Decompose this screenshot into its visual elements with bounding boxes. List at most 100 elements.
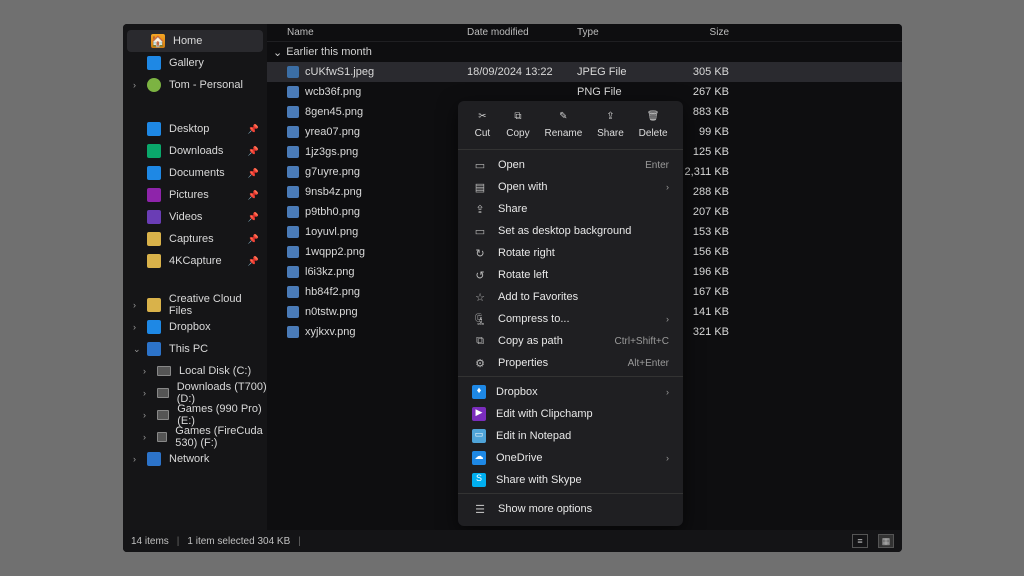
- sidebar-drive-c[interactable]: ›Local Disk (C:): [123, 360, 267, 382]
- ctx-open[interactable]: ▭OpenEnter: [458, 154, 683, 176]
- chevron-right-icon[interactable]: ›: [133, 322, 136, 332]
- file-explorer-window: 🏠 Home Gallery › Tom - Personal Desktop 📌…: [123, 24, 902, 552]
- onedrive-icon: ☁: [472, 451, 486, 465]
- rotate-left-icon: ↺: [472, 269, 488, 282]
- chevron-down-icon[interactable]: ⌄: [133, 344, 141, 355]
- open-with-icon: ▤: [472, 181, 488, 194]
- network-icon: [147, 452, 161, 466]
- file-size: 305 KB: [669, 66, 729, 78]
- ctx-notepad[interactable]: ▭Edit in Notepad: [458, 425, 683, 447]
- sidebar-gallery[interactable]: Gallery: [123, 52, 267, 74]
- ctx-set-background[interactable]: ▭Set as desktop background: [458, 220, 683, 242]
- chevron-right-icon: ›: [666, 314, 669, 324]
- sidebar-label: Network: [169, 453, 209, 465]
- sidebar-ccf[interactable]: ›Creative Cloud Files: [123, 294, 267, 316]
- file-icon: [287, 146, 299, 158]
- user-icon: [147, 78, 161, 92]
- ctx-onedrive[interactable]: ☁OneDrive›: [458, 447, 683, 469]
- delete-button[interactable]: 🗑Delete: [639, 107, 668, 139]
- file-icon: [287, 126, 299, 138]
- sidebar-drive-e[interactable]: › Games (990 Pro) (E:): [123, 404, 267, 426]
- file-row[interactable]: wcb36f.pngPNG File267 KB: [267, 82, 902, 102]
- sidebar-label: Desktop: [169, 123, 209, 135]
- sidebar-network[interactable]: › Network: [123, 448, 267, 470]
- sidebar-drive-f[interactable]: › Games (FireCuda 530) (F:): [123, 426, 267, 448]
- pin-icon[interactable]: 📌: [248, 168, 259, 179]
- compress-icon: 🗜: [472, 313, 488, 326]
- folder-icon: [147, 254, 161, 268]
- skype-icon: S: [472, 473, 486, 487]
- chevron-right-icon[interactable]: ›: [143, 366, 146, 376]
- desktop-icon: [147, 122, 161, 136]
- chevron-right-icon: ›: [666, 182, 669, 192]
- sidebar-thispc[interactable]: ⌄This PC: [123, 338, 267, 360]
- pin-icon[interactable]: 📌: [248, 256, 259, 267]
- ctx-rotate-right[interactable]: ↻Rotate right: [458, 242, 683, 264]
- sidebar-documents[interactable]: Documents📌: [123, 162, 267, 184]
- view-tiles-button[interactable]: ▦: [878, 534, 894, 548]
- sidebar-drive-d[interactable]: ›Downloads (T700) (D:): [123, 382, 267, 404]
- ctx-share[interactable]: ⇪Share: [458, 198, 683, 220]
- chevron-right-icon[interactable]: ›: [133, 80, 136, 90]
- chevron-right-icon[interactable]: ›: [133, 300, 136, 310]
- file-icon: [287, 86, 299, 98]
- path-icon: ⧉: [472, 335, 488, 348]
- pin-icon[interactable]: 📌: [248, 190, 259, 201]
- file-name: g7uyre.png: [305, 166, 467, 178]
- pin-icon[interactable]: 📌: [248, 124, 259, 135]
- col-name[interactable]: Name: [287, 27, 467, 38]
- sidebar-desktop[interactable]: Desktop 📌: [123, 118, 267, 140]
- chevron-right-icon[interactable]: ›: [143, 388, 146, 398]
- chevron-right-icon[interactable]: ›: [143, 410, 146, 420]
- sidebar-4kcapture[interactable]: 4KCapture 📌: [123, 250, 267, 272]
- sidebar-user[interactable]: › Tom - Personal: [123, 74, 267, 96]
- group-header[interactable]: ⌄ Earlier this month: [267, 42, 902, 62]
- star-icon: ☆: [472, 291, 488, 304]
- col-date[interactable]: Date modified: [467, 27, 577, 38]
- sidebar-pictures[interactable]: Pictures📌: [123, 184, 267, 206]
- notepad-icon: ▭: [472, 429, 486, 443]
- file-icon: [287, 326, 299, 338]
- col-size[interactable]: Size: [669, 27, 729, 38]
- sidebar-label: 4KCapture: [169, 255, 222, 267]
- ctx-favorites[interactable]: ☆Add to Favorites: [458, 286, 683, 308]
- dropbox-icon: ♦: [472, 385, 486, 399]
- ctx-rotate-left[interactable]: ↺Rotate left: [458, 264, 683, 286]
- ctx-show-more[interactable]: ☰Show more options: [458, 498, 683, 520]
- rename-button[interactable]: ✎Rename: [544, 107, 582, 139]
- ctx-skype[interactable]: SShare with Skype: [458, 469, 683, 491]
- ctx-compress[interactable]: 🗜Compress to...›: [458, 308, 683, 330]
- ctx-dropbox[interactable]: ♦Dropbox›: [458, 381, 683, 403]
- chevron-right-icon[interactable]: ›: [133, 454, 136, 464]
- sidebar-downloads[interactable]: Downloads 📌: [123, 140, 267, 162]
- file-name: 1jz3gs.png: [305, 146, 467, 158]
- sidebar-label: Downloads: [169, 145, 223, 157]
- ctx-properties[interactable]: ⚙PropertiesAlt+Enter: [458, 352, 683, 374]
- sidebar-home[interactable]: 🏠 Home: [127, 30, 263, 52]
- documents-icon: [147, 166, 161, 180]
- col-type[interactable]: Type: [577, 27, 669, 38]
- share-button[interactable]: ⇪Share: [597, 107, 624, 139]
- ctx-copy-path[interactable]: ⧉Copy as pathCtrl+Shift+C: [458, 330, 683, 352]
- copy-icon: ⧉: [509, 107, 527, 125]
- sidebar-dropbox[interactable]: ›Dropbox: [123, 316, 267, 338]
- sidebar-videos[interactable]: Videos📌: [123, 206, 267, 228]
- sidebar-label: Games (FireCuda 530) (F:): [175, 425, 267, 449]
- file-name: yrea07.png: [305, 126, 467, 138]
- ctx-clipchamp[interactable]: ▶Edit with Clipchamp: [458, 403, 683, 425]
- file-name: 1wqpp2.png: [305, 246, 467, 258]
- drive-icon: [157, 432, 167, 442]
- pin-icon[interactable]: 📌: [248, 212, 259, 223]
- share-icon: ⇪: [601, 107, 619, 125]
- sidebar-captures[interactable]: Captures📌: [123, 228, 267, 250]
- ctx-open-with[interactable]: ▤Open with›: [458, 176, 683, 198]
- pin-icon[interactable]: 📌: [248, 146, 259, 157]
- separator: |: [298, 536, 301, 547]
- cut-button[interactable]: ✂Cut: [473, 107, 491, 139]
- file-row[interactable]: cUKfwS1.jpeg18/09/2024 13:22JPEG File305…: [267, 62, 902, 82]
- chevron-right-icon[interactable]: ›: [143, 432, 146, 442]
- pin-icon[interactable]: 📌: [248, 234, 259, 245]
- copy-button[interactable]: ⧉Copy: [506, 107, 529, 139]
- sidebar-label: Games (990 Pro) (E:): [177, 403, 267, 427]
- view-details-button[interactable]: ≡: [852, 534, 868, 548]
